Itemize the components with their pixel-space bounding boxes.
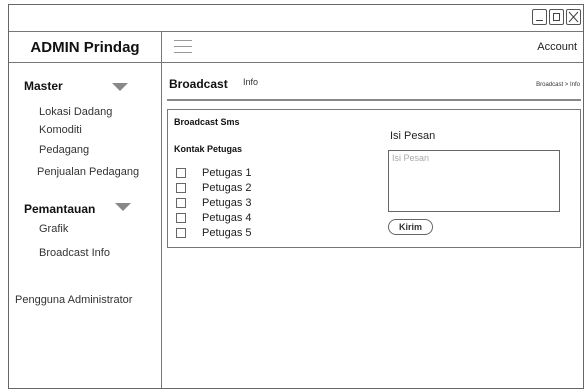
contact-row: Petugas 1 — [176, 167, 252, 179]
contact-row: Petugas 3 — [176, 197, 252, 209]
sidebar-item-grafik[interactable]: Grafik — [39, 223, 68, 235]
sidebar-section-pemantauan[interactable]: Pemantauan — [24, 202, 95, 216]
contact-row: Petugas 4 — [176, 212, 252, 224]
panel-title: Broadcast Sms — [174, 117, 240, 127]
close-icon[interactable] — [566, 9, 581, 25]
contact-row: Petugas 5 — [176, 227, 252, 239]
page-subtitle: Info — [243, 77, 259, 87]
contact-checkbox[interactable] — [176, 213, 186, 223]
contact-label: Petugas 3 — [202, 197, 252, 209]
chevron-down-icon[interactable] — [110, 82, 130, 92]
main-area: Account Broadcast Info Broadcast > Info … — [162, 32, 583, 388]
sidebar: ADMIN Prindag Master Lokasi Dadang Komod… — [9, 32, 162, 388]
page-header: Broadcast Info Broadcast > Info — [167, 70, 581, 101]
contact-label: Petugas 4 — [202, 212, 252, 224]
contact-row: Petugas 2 — [176, 182, 252, 194]
broadcast-sms-panel: Broadcast Sms Kontak Petugas Petugas 1 P… — [167, 109, 581, 248]
contact-label: Petugas 5 — [202, 227, 252, 239]
message-label: Isi Pesan — [390, 130, 436, 142]
contact-checkbox[interactable] — [176, 168, 186, 178]
sidebar-item-pedagang[interactable]: Pedagang — [39, 144, 89, 156]
contact-checkbox[interactable] — [176, 198, 186, 208]
breadcrumb: Broadcast > Info — [536, 82, 580, 88]
menu-icon[interactable] — [174, 40, 192, 54]
app-window: ADMIN Prindag Master Lokasi Dadang Komod… — [8, 4, 584, 389]
contact-label: Petugas 1 — [202, 167, 252, 179]
window-titlebar — [9, 5, 583, 32]
sidebar-item-lokasi-dadang[interactable]: Lokasi Dadang — [39, 106, 112, 118]
chevron-down-icon[interactable] — [113, 202, 133, 212]
contact-checkbox[interactable] — [176, 228, 186, 238]
sidebar-item-broadcast-info[interactable]: Broadcast Info — [39, 247, 110, 259]
app-brand: ADMIN Prindag — [9, 32, 161, 63]
sidebar-item-penjualan-pedagang[interactable]: Penjualan Pedagang — [37, 166, 139, 178]
minimize-icon[interactable] — [532, 9, 547, 25]
account-menu[interactable]: Account — [537, 41, 577, 53]
contacts-title: Kontak Petugas — [174, 144, 243, 154]
window-controls — [532, 9, 581, 25]
sidebar-item-pengguna-administrator[interactable]: Pengguna Administrator — [15, 294, 132, 306]
sidebar-section-master[interactable]: Master — [24, 79, 63, 93]
sidebar-item-komoditi[interactable]: Komoditi — [39, 124, 82, 136]
topbar: Account — [162, 32, 583, 63]
contact-label: Petugas 2 — [202, 182, 252, 194]
send-button[interactable]: Kirim — [388, 219, 433, 235]
page-title: Broadcast — [169, 77, 228, 91]
contact-checkbox[interactable] — [176, 183, 186, 193]
maximize-icon[interactable] — [549, 9, 564, 25]
message-textarea[interactable] — [388, 150, 560, 212]
